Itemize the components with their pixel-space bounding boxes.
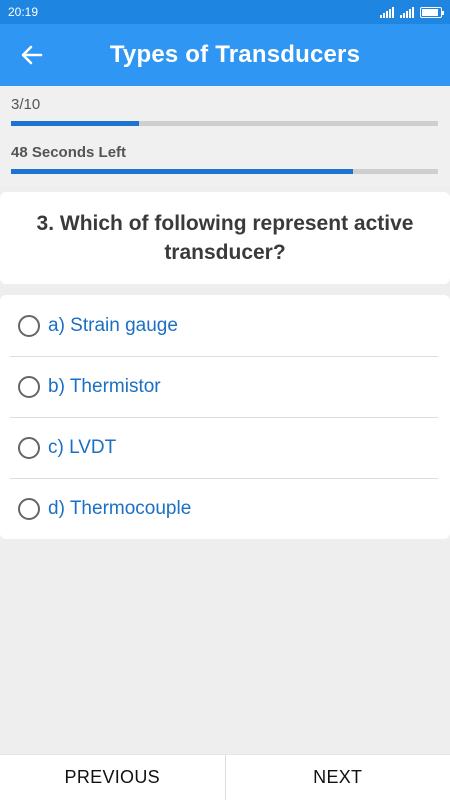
page-title: Types of Transducers — [109, 41, 361, 68]
timer-progress-bar — [11, 169, 438, 174]
option-label: c) LVDT — [48, 436, 117, 458]
question-progress-bar — [11, 121, 438, 126]
option-a[interactable]: a) Strain gauge — [0, 295, 450, 356]
question-counter: 3/10 — [11, 96, 41, 113]
status-bar: 20:19 — [0, 0, 450, 24]
battery-icon — [420, 6, 444, 18]
arrow-left-icon — [21, 45, 43, 65]
radio-button-icon[interactable] — [18, 314, 40, 337]
time-remaining-label: 48 Seconds Left — [11, 144, 127, 161]
back-button[interactable] — [0, 24, 64, 86]
previous-button[interactable]: PREVIOUS — [0, 755, 225, 800]
option-label: a) Strain gauge — [48, 314, 178, 336]
signal-icon — [380, 6, 394, 18]
question-progress-fill — [11, 121, 140, 126]
question-card: 3. Which of following represent active t… — [0, 192, 450, 284]
next-button[interactable]: NEXT — [226, 755, 450, 800]
status-icons — [380, 6, 444, 18]
option-label: b) Thermistor — [48, 375, 161, 397]
radio-button-icon[interactable] — [18, 497, 40, 520]
app-bar: Types of Transducers — [0, 24, 450, 86]
question-text: 3. Which of following represent active t… — [36, 212, 414, 264]
option-d[interactable]: d) Thermocouple — [0, 478, 450, 539]
options-list: a) Strain gauge b) Thermistor c) LVDT d)… — [0, 295, 450, 539]
signal-icon-secondary — [400, 6, 414, 18]
radio-button-icon[interactable] — [18, 375, 40, 398]
option-b[interactable]: b) Thermistor — [0, 356, 450, 417]
status-time: 20:19 — [8, 5, 39, 19]
radio-button-icon[interactable] — [18, 436, 40, 459]
progress-section: 3/10 48 Seconds Left — [0, 86, 450, 186]
option-label: d) Thermocouple — [48, 497, 192, 519]
option-c[interactable]: c) LVDT — [0, 417, 450, 478]
timer-progress-fill — [11, 169, 353, 174]
bottom-nav: PREVIOUS NEXT — [0, 754, 450, 800]
